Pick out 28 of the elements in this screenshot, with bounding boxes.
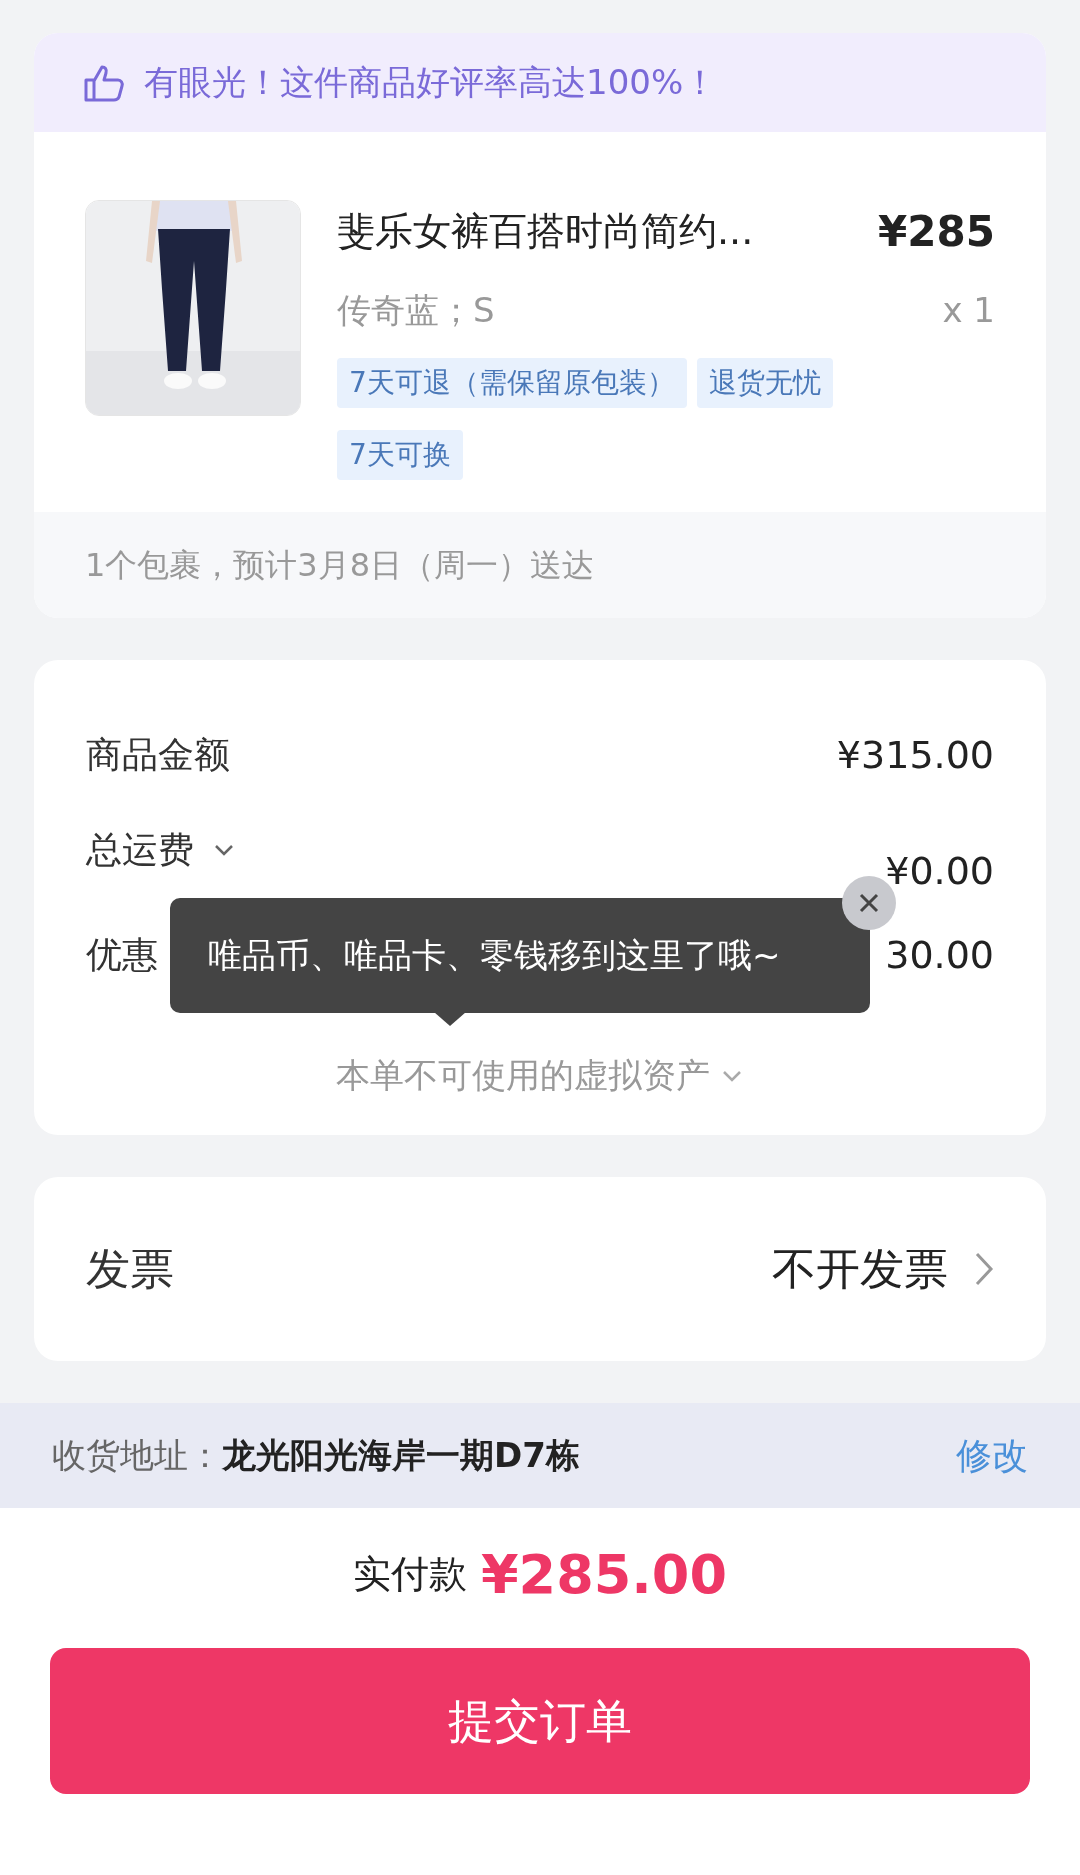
chevron-right-icon [974, 1251, 994, 1287]
row-value: 30.00 [885, 931, 994, 979]
close-icon [858, 892, 880, 914]
quantity: x 1 [942, 289, 995, 332]
submit-order-button[interactable]: 提交订单 [50, 1648, 1030, 1794]
row-label: 商品金额 [86, 733, 230, 777]
service-tag: 退货无忧 [696, 358, 833, 408]
edit-link[interactable]: 修改 [956, 1428, 1028, 1483]
product-variant: 传奇蓝；S [337, 289, 495, 332]
tooltip-text: 唯品币、唯品卡、零钱移到这里了哦~ [208, 934, 781, 977]
address-label: 收货地址： [52, 1434, 222, 1477]
row-value: ¥315.00 [836, 731, 994, 779]
row-label: 优惠 [86, 933, 158, 977]
invoice-value: 不开发票 [772, 1242, 948, 1296]
invoice-label: 发票 [86, 1242, 174, 1296]
delivery-estimate: 1个包裹，预计3月8日（周一）送达 [85, 545, 595, 586]
unusable-assets-link[interactable]: 本单不可使用的虚拟资产 [336, 1050, 710, 1101]
address-text: 龙光阳光海岸一期D7栋 [222, 1434, 580, 1477]
payment-label: 实付款 [353, 1550, 467, 1598]
invoice-row[interactable]: 发票 不开发票 [34, 1177, 1046, 1361]
banner-text: 有眼光！这件商品好评率高达100%！ [144, 61, 718, 104]
row-label: 总运费 [86, 828, 194, 872]
payment-amount: ¥285.00 [481, 1541, 727, 1608]
service-tag: 7天可退（需保留原包装） [337, 358, 687, 408]
row-value: ¥0.00 [885, 848, 994, 895]
service-tag: 7天可换 [337, 430, 463, 480]
product-title: 斐乐女裤百搭时尚简约... [337, 208, 754, 255]
product-price: ¥285 [878, 206, 995, 258]
